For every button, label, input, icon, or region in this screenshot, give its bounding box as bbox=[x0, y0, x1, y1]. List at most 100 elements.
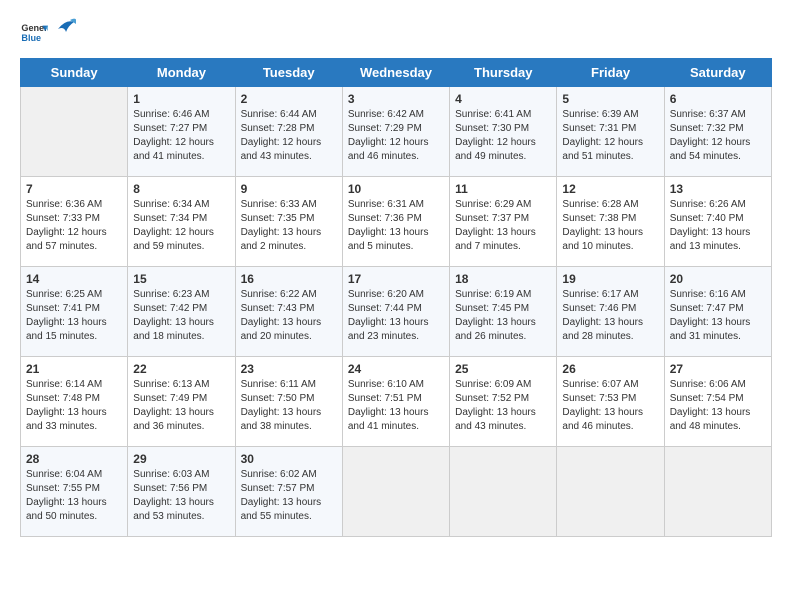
week-row-4: 21Sunrise: 6:14 AMSunset: 7:48 PMDayligh… bbox=[21, 357, 772, 447]
cell-info-line: Sunrise: 6:31 AM bbox=[348, 198, 444, 212]
cell-info-line: Sunset: 7:44 PM bbox=[348, 302, 444, 316]
day-number: 20 bbox=[670, 272, 766, 286]
cell-info-line: Sunset: 7:35 PM bbox=[241, 212, 337, 226]
cell-info-line: Sunset: 7:49 PM bbox=[133, 392, 229, 406]
cell-info-line: and 41 minutes. bbox=[348, 420, 444, 434]
calendar-cell: 21Sunrise: 6:14 AMSunset: 7:48 PMDayligh… bbox=[21, 357, 128, 447]
day-number: 19 bbox=[562, 272, 658, 286]
logo-icon: General Blue bbox=[20, 20, 48, 48]
day-number: 25 bbox=[455, 362, 551, 376]
cell-info-line: and 20 minutes. bbox=[241, 330, 337, 344]
day-number: 12 bbox=[562, 182, 658, 196]
cell-info-line: Sunrise: 6:17 AM bbox=[562, 288, 658, 302]
cell-info-line: and 41 minutes. bbox=[133, 150, 229, 164]
day-number: 18 bbox=[455, 272, 551, 286]
calendar-cell: 7Sunrise: 6:36 AMSunset: 7:33 PMDaylight… bbox=[21, 177, 128, 267]
cell-info-line: Sunset: 7:50 PM bbox=[241, 392, 337, 406]
day-header-monday: Monday bbox=[128, 59, 235, 87]
calendar-cell bbox=[664, 447, 771, 537]
day-number: 7 bbox=[26, 182, 122, 196]
cell-info-line: Sunrise: 6:20 AM bbox=[348, 288, 444, 302]
cell-info-line: Sunset: 7:41 PM bbox=[26, 302, 122, 316]
calendar-cell: 19 Sunrise: 6:17 AMSunset: 7:46 PMDayligh… bbox=[557, 267, 664, 357]
day-number: 5 bbox=[562, 92, 658, 106]
cell-info-line: Sunset: 7:28 PM bbox=[241, 122, 337, 136]
cell-info-line: Daylight: 13 hours bbox=[348, 316, 444, 330]
cell-info-line: and 2 minutes. bbox=[241, 240, 337, 254]
cell-info-line: Daylight: 12 hours bbox=[241, 136, 337, 150]
cell-info-line: Sunrise: 6:03 AM bbox=[133, 468, 229, 482]
calendar-cell: 15Sunrise: 6:23 AMSunset: 7:42 PMDayligh… bbox=[128, 267, 235, 357]
day-number: 6 bbox=[670, 92, 766, 106]
calendar-cell: 12Sunrise: 6:28 AMSunset: 7:38 PMDayligh… bbox=[557, 177, 664, 267]
cell-info-line: and 51 minutes. bbox=[562, 150, 658, 164]
calendar-cell: 1Sunrise: 6:46 AMSunset: 7:27 PMDaylight… bbox=[128, 87, 235, 177]
cell-info-line: Sunset: 7:37 PM bbox=[455, 212, 551, 226]
day-number: 13 bbox=[670, 182, 766, 196]
cell-info-line: Daylight: 13 hours bbox=[348, 406, 444, 420]
calendar-cell bbox=[21, 87, 128, 177]
cell-info-line: Sunrise: 6:26 AM bbox=[670, 198, 766, 212]
cell-info-line: Daylight: 13 hours bbox=[241, 496, 337, 510]
calendar-cell: 6Sunrise: 6:37 AMSunset: 7:32 PMDaylight… bbox=[664, 87, 771, 177]
cell-info-line: Sunrise: 6:46 AM bbox=[133, 108, 229, 122]
cell-info-line: Sunset: 7:31 PM bbox=[562, 122, 658, 136]
calendar-cell: 13Sunrise: 6:26 AMSunset: 7:40 PMDayligh… bbox=[664, 177, 771, 267]
calendar-cell: 25Sunrise: 6:09 AMSunset: 7:52 PMDayligh… bbox=[450, 357, 557, 447]
cell-info-line: Sunset: 7:55 PM bbox=[26, 482, 122, 496]
day-number: 15 bbox=[133, 272, 229, 286]
day-number: 29 bbox=[133, 452, 229, 466]
cell-info-line: Sunrise: 6:42 AM bbox=[348, 108, 444, 122]
cell-info-line: Sunrise: 6:09 AM bbox=[455, 378, 551, 392]
calendar-cell bbox=[342, 447, 449, 537]
cell-info-line: Sunset: 7:40 PM bbox=[670, 212, 766, 226]
cell-info-line: and 46 minutes. bbox=[348, 150, 444, 164]
day-header-thursday: Thursday bbox=[450, 59, 557, 87]
cell-info-line: Sunrise: 6:41 AM bbox=[455, 108, 551, 122]
day-number: 14 bbox=[26, 272, 122, 286]
calendar-cell: 27Sunrise: 6:06 AMSunset: 7:54 PMDayligh… bbox=[664, 357, 771, 447]
cell-info-line: Daylight: 13 hours bbox=[670, 406, 766, 420]
cell-info-line: Sunset: 7:57 PM bbox=[241, 482, 337, 496]
cell-info-line: Sunrise: 6:33 AM bbox=[241, 198, 337, 212]
cell-info-line: and 43 minutes. bbox=[241, 150, 337, 164]
cell-info-line: Daylight: 12 hours bbox=[133, 136, 229, 150]
calendar-cell: 16Sunrise: 6:22 AMSunset: 7:43 PMDayligh… bbox=[235, 267, 342, 357]
cell-info-line: Sunrise: 6:11 AM bbox=[241, 378, 337, 392]
cell-info-line: Daylight: 13 hours bbox=[26, 316, 122, 330]
day-number: 27 bbox=[670, 362, 766, 376]
cell-info-line: Daylight: 12 hours bbox=[455, 136, 551, 150]
cell-info-line: Daylight: 13 hours bbox=[241, 406, 337, 420]
cell-info-line: Sunrise: 6:34 AM bbox=[133, 198, 229, 212]
cell-info-line: Daylight: 13 hours bbox=[26, 406, 122, 420]
cell-info-line: Sunset: 7:30 PM bbox=[455, 122, 551, 136]
cell-info-line: and 26 minutes. bbox=[455, 330, 551, 344]
cell-info-line: Sunset: 7:34 PM bbox=[133, 212, 229, 226]
cell-info-line: Sunset: 7:42 PM bbox=[133, 302, 229, 316]
cell-info-line: Sunset: 7:33 PM bbox=[26, 212, 122, 226]
day-number: 23 bbox=[241, 362, 337, 376]
cell-info-line: Sunset: 7:45 PM bbox=[455, 302, 551, 316]
cell-info-line: Sunset: 7:46 PM bbox=[562, 302, 658, 316]
day-number: 28 bbox=[26, 452, 122, 466]
cell-info-line: and 36 minutes. bbox=[133, 420, 229, 434]
cell-info-line: and 13 minutes. bbox=[670, 240, 766, 254]
day-number: 10 bbox=[348, 182, 444, 196]
cell-info-line: Daylight: 13 hours bbox=[133, 406, 229, 420]
cell-info-line: Daylight: 13 hours bbox=[133, 496, 229, 510]
day-number: 17 bbox=[348, 272, 444, 286]
calendar-cell: 24Sunrise: 6:10 AMSunset: 7:51 PMDayligh… bbox=[342, 357, 449, 447]
cell-info-line: Sunrise: 6:04 AM bbox=[26, 468, 122, 482]
cell-info-line: Sunrise: 6:37 AM bbox=[670, 108, 766, 122]
cell-info-line: and 38 minutes. bbox=[241, 420, 337, 434]
calendar-body: 1Sunrise: 6:46 AMSunset: 7:27 PMDaylight… bbox=[21, 87, 772, 537]
calendar-cell: 14Sunrise: 6:25 AMSunset: 7:41 PMDayligh… bbox=[21, 267, 128, 357]
cell-info-line: Sunrise: 6:39 AM bbox=[562, 108, 658, 122]
cell-info-line: and 50 minutes. bbox=[26, 510, 122, 524]
calendar-cell: 17 Sunrise: 6:20 AMSunset: 7:44 PMDayligh… bbox=[342, 267, 449, 357]
calendar-cell bbox=[450, 447, 557, 537]
cell-info-line: Daylight: 13 hours bbox=[562, 316, 658, 330]
cell-info-line: Daylight: 13 hours bbox=[670, 316, 766, 330]
cell-info-line: and 10 minutes. bbox=[562, 240, 658, 254]
week-row-2: 7Sunrise: 6:36 AMSunset: 7:33 PMDaylight… bbox=[21, 177, 772, 267]
